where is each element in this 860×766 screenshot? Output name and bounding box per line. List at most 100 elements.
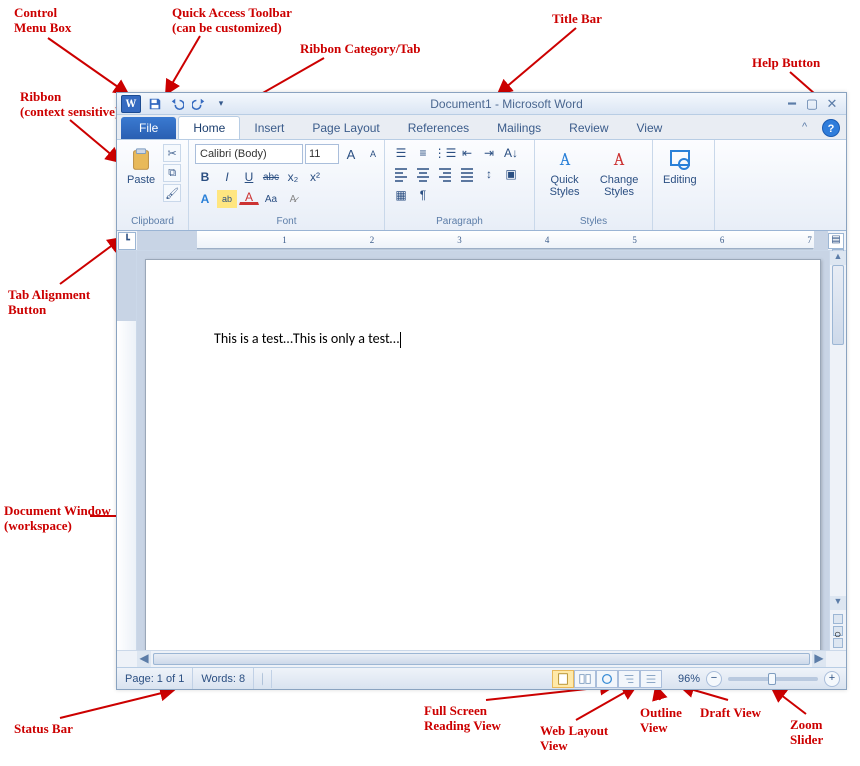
grow-font-icon[interactable]: A [341, 145, 361, 163]
close-button[interactable]: ✕ [824, 97, 840, 111]
align-center-icon[interactable] [413, 165, 433, 183]
paste-button[interactable]: Paste [123, 144, 159, 188]
editing-button[interactable]: Editing [659, 144, 701, 188]
shrink-font-icon[interactable]: A [363, 145, 383, 163]
clear-formatting-button[interactable]: A̷ [283, 190, 303, 208]
anno-web-layout: Web Layout View [540, 724, 608, 754]
align-left-icon[interactable] [391, 165, 411, 183]
view-outline[interactable] [618, 670, 640, 688]
tab-page-layout[interactable]: Page Layout [298, 117, 393, 139]
ribbon: Paste ✂ ⧉ 🖌 Clipboard A A B [117, 139, 846, 231]
tab-mailings[interactable]: Mailings [483, 117, 555, 139]
zoom-out-button[interactable]: − [706, 671, 722, 687]
text-effects-button[interactable]: A [195, 190, 215, 208]
subscript-button[interactable]: x₂ [283, 168, 303, 186]
font-name-select[interactable] [195, 144, 303, 164]
group-styles-label: Styles [541, 216, 646, 228]
tab-view[interactable]: View [623, 117, 677, 139]
redo-icon[interactable] [191, 96, 207, 112]
browse-next-button[interactable] [833, 638, 843, 648]
document-text[interactable]: This is a test…This is only a test… [214, 330, 401, 348]
maximize-button[interactable]: ▢ [804, 97, 820, 111]
cut-icon[interactable]: ✂ [163, 144, 181, 162]
document-workspace[interactable]: This is a test…This is only a test… [137, 251, 829, 650]
view-full-screen-reading[interactable] [574, 670, 596, 688]
title-bar[interactable]: W ▾ Document1 - Microsoft Word ━ ▢ ✕ [117, 93, 846, 115]
file-tab[interactable]: File [121, 117, 176, 139]
borders-icon[interactable]: ▦ [391, 186, 411, 204]
underline-button[interactable]: U [239, 168, 259, 186]
zoom-controls: 96% − + [668, 671, 840, 687]
scroll-thumb[interactable] [832, 265, 844, 345]
zoom-slider[interactable] [728, 677, 818, 681]
copy-icon[interactable]: ⧉ [163, 164, 181, 182]
bold-button[interactable]: B [195, 168, 215, 186]
group-editing-label [659, 216, 708, 228]
browse-prev-button[interactable] [833, 614, 843, 624]
number-list-icon[interactable]: ≡ [413, 144, 433, 162]
tab-review[interactable]: Review [555, 117, 622, 139]
proofing-error-button[interactable] [254, 670, 272, 688]
status-page[interactable]: Page: 1 of 1 [117, 668, 193, 689]
group-clipboard: Paste ✂ ⧉ 🖌 Clipboard [117, 140, 189, 230]
change-styles-button[interactable]: A Change Styles [592, 144, 646, 200]
format-painter-icon[interactable]: 🖌 [163, 184, 181, 202]
svg-text:3: 3 [457, 235, 462, 245]
anno-title-bar: Title Bar [552, 12, 602, 27]
justify-icon[interactable] [457, 165, 477, 183]
select-browse-object-button[interactable]: ○ [833, 626, 843, 636]
vertical-scrollbar[interactable]: ▲ ▼ ○ [829, 251, 846, 650]
view-web-layout[interactable] [596, 670, 618, 688]
line-spacing-icon[interactable]: ↕ [479, 165, 499, 183]
control-menu-box[interactable]: W [121, 95, 141, 113]
tab-insert[interactable]: Insert [240, 117, 298, 139]
quick-styles-label: Quick Styles [545, 174, 584, 198]
horizontal-ruler[interactable]: 1 2 3 4 5 6 7 [137, 231, 828, 250]
bullet-list-icon[interactable]: ☰ [391, 144, 411, 162]
group-styles: A Quick Styles A Change Styles Styles [535, 140, 653, 230]
qat-customize-icon[interactable]: ▾ [213, 96, 229, 112]
quick-styles-button[interactable]: A Quick Styles [541, 144, 588, 200]
save-icon[interactable] [147, 96, 163, 112]
status-words[interactable]: Words: 8 [193, 668, 254, 689]
quick-access-toolbar: ▾ [147, 96, 229, 112]
scroll-left-arrow[interactable]: ◀ [137, 651, 151, 667]
increase-indent-icon[interactable]: ⇥ [479, 144, 499, 162]
change-case-button[interactable]: Aa [261, 190, 281, 208]
undo-icon[interactable] [169, 96, 185, 112]
scroll-up-arrow[interactable]: ▲ [830, 251, 846, 265]
scroll-right-arrow[interactable]: ▶ [812, 651, 826, 667]
strikethrough-button[interactable]: abc [261, 168, 281, 186]
word-window: W ▾ Document1 - Microsoft Word ━ ▢ ✕ Fil… [116, 92, 847, 690]
multilevel-list-icon[interactable]: ⋮☰ [435, 144, 455, 162]
zoom-percent[interactable]: 96% [668, 673, 700, 685]
font-size-select[interactable] [305, 144, 339, 164]
zoom-slider-knob[interactable] [768, 673, 776, 685]
minimize-ribbon-icon[interactable]: ^ [802, 121, 816, 135]
show-marks-icon[interactable]: ¶ [413, 186, 433, 204]
italic-button[interactable]: I [217, 168, 237, 186]
tab-home[interactable]: Home [178, 116, 240, 139]
h-scroll-thumb[interactable] [153, 653, 810, 665]
help-button[interactable]: ? [822, 119, 840, 137]
window-title: Document1 - Microsoft Word [229, 97, 784, 111]
tab-alignment-button[interactable]: ┗ [118, 232, 136, 250]
horizontal-scrollbar[interactable]: ◀ ▶ [137, 651, 826, 667]
sort-icon[interactable]: A↓ [501, 144, 521, 162]
shading-icon[interactable]: ▣ [501, 165, 521, 183]
align-right-icon[interactable] [435, 165, 455, 183]
superscript-button[interactable]: x² [305, 168, 325, 186]
minimize-button[interactable]: ━ [784, 97, 800, 111]
group-clipboard-label: Clipboard [123, 216, 182, 228]
view-ruler-button[interactable]: ▤ [828, 233, 844, 249]
tab-references[interactable]: References [394, 117, 483, 139]
highlight-button[interactable]: ab [217, 190, 237, 208]
decrease-indent-icon[interactable]: ⇤ [457, 144, 477, 162]
view-draft[interactable] [640, 670, 662, 688]
scroll-down-arrow[interactable]: ▼ [830, 596, 846, 610]
view-print-layout[interactable] [552, 670, 574, 688]
zoom-in-button[interactable]: + [824, 671, 840, 687]
vertical-ruler[interactable] [117, 251, 137, 650]
font-color-button[interactable]: A [239, 190, 259, 205]
page[interactable]: This is a test…This is only a test… [145, 259, 821, 650]
